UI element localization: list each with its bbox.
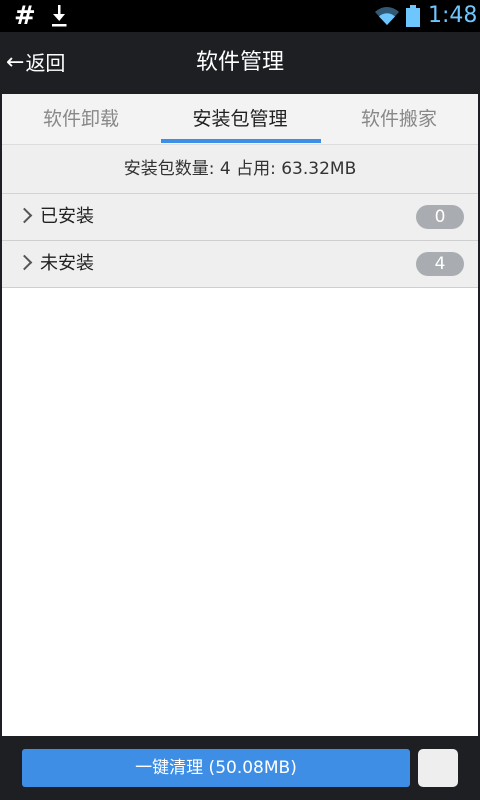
tab-app-move[interactable]: 软件搬家 [320, 94, 478, 144]
group-label: 未安装 [40, 253, 94, 274]
hash-icon: # [14, 1, 36, 31]
tab-uninstall[interactable]: 软件卸载 [2, 94, 160, 144]
tab-package-management[interactable]: 安装包管理 [161, 94, 319, 144]
status-bar: # 1:48 [0, 0, 480, 32]
group-installed[interactable]: 已安装 0 [2, 194, 478, 241]
wifi-icon [375, 7, 399, 25]
group-label: 已安装 [40, 206, 94, 227]
one-click-clean-button[interactable]: 一键清理 (50.08MB) [22, 749, 410, 787]
package-list: 安装包数量: 4 占用: 63.32MB 已安装 0 未安装 4 [2, 145, 478, 736]
chevron-right-icon [16, 254, 33, 271]
title-bar: ← 返回 软件管理 [0, 32, 480, 94]
chevron-right-icon [16, 207, 33, 224]
count-badge: 0 [416, 205, 464, 229]
package-summary: 安装包数量: 4 占用: 63.32MB [2, 145, 478, 194]
download-icon [52, 5, 67, 27]
group-not-installed[interactable]: 未安装 4 [2, 241, 478, 288]
select-all-checkbox[interactable] [418, 749, 458, 787]
clock: 1:48 [428, 3, 478, 28]
count-badge: 4 [416, 252, 464, 276]
tab-bar: 软件卸载 安装包管理 软件搬家 [2, 94, 478, 145]
page-title: 软件管理 [195, 50, 284, 75]
bottom-bar: 一键清理 (50.08MB) [0, 736, 480, 800]
tab-indicator [161, 139, 321, 143]
battery-icon [406, 5, 420, 27]
